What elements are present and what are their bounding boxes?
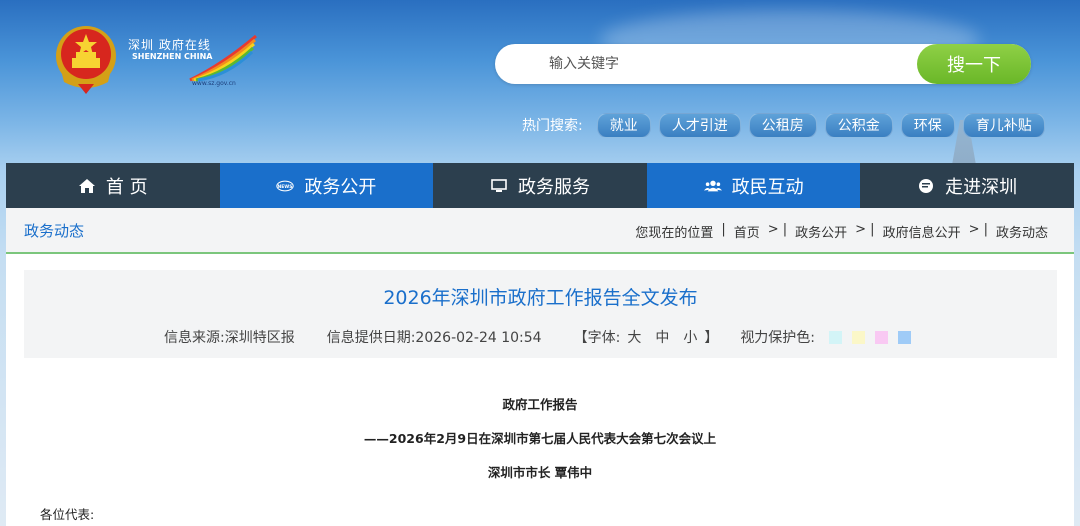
search-button[interactable]: 搜一下 [917,44,1031,84]
font-size-medium-button[interactable]: 中 [655,327,669,347]
main-nav: 首 页 NEWS 政务公开 政务服务 政民互动 走进深圳 [6,163,1074,208]
breadcrumb-separator: > | [968,222,988,237]
search-box: 搜一下 [495,44,1031,84]
breadcrumb-prefix: 您现在的位置 [635,226,714,241]
nav-item-label: 政务公开 [304,176,377,198]
site-logo[interactable]: 深圳 政府在线 SHENZHEN CHINA www.sz.gov.cn [128,32,258,92]
home-icon [78,177,96,195]
monitor-icon [490,177,508,195]
article-meta: 信息来源:深圳特区报 信息提供日期:2026-02-24 10:54 【字体: … [164,327,912,347]
hot-search-label: 热门搜索: [522,118,583,134]
site-header: 深圳 政府在线 SHENZHEN CHINA www.sz.gov.cn 搜一下… [0,0,1080,163]
nav-item-about-shenzhen[interactable]: 走进深圳 [860,163,1074,208]
hot-tag-public-housing[interactable]: 公租房 [748,112,817,138]
logo-swoosh-icon [189,34,257,82]
nav-item-home[interactable]: 首 页 [6,163,220,208]
hot-tag-talent[interactable]: 人才引进 [658,112,741,138]
chat-icon [917,177,935,195]
hot-tag-housing-fund[interactable]: 公积金 [824,112,893,138]
article-title: 2026年深圳市政府工作报告全文发布 [383,287,698,309]
eye-care-swatch-pink[interactable] [875,330,889,344]
hot-tag-environment[interactable]: 环保 [900,112,955,138]
article-body: 政府工作报告 ——2026年2月9日在深圳市第七届人民代表大会第七次会议上 深圳… [6,394,1074,496]
logo-url-text: www.sz.gov.cn [192,80,236,87]
nav-item-gov-affairs[interactable]: NEWS 政务公开 [219,163,434,208]
breadcrumb-item-home[interactable]: 首页 [734,222,760,241]
font-size-large-button[interactable]: 大 [627,327,641,347]
search-input[interactable] [515,44,895,84]
breadcrumb-item-gov-affairs[interactable]: 政务公开 [795,222,847,241]
people-icon [703,177,722,195]
report-heading: 政府工作报告 [502,397,578,412]
breadcrumb-separator: > | [767,222,788,237]
font-size-label-open: 【字体: [573,330,621,346]
section-title[interactable]: 政务动态 [24,220,84,241]
eye-care-swatch-blue[interactable] [898,330,912,344]
breadcrumb-separator: > | [855,222,875,237]
nav-item-label: 政务服务 [517,176,590,198]
hot-search-bar: 热门搜索: 就业 人才引进 公租房 公积金 环保 育儿补贴 [522,112,1053,138]
breadcrumb-item-info-disclosure[interactable]: 政府信息公开 [883,222,961,241]
breadcrumb-item-gov-news[interactable]: 政务动态 [996,222,1048,241]
article-date: 信息提供日期:2026-02-24 10:54 [326,330,542,346]
report-greeting: 各位代表: [40,507,95,522]
svg-text:NEWS: NEWS [278,184,293,190]
breadcrumb: 您现在的位置 | 首页 > | 政务公开 > | 政府信息公开 > | 政务动态 [635,222,1048,241]
eye-care-swatch-yellow[interactable] [852,330,866,344]
font-size-label-close: 】 [704,330,719,346]
eye-care-label: 视力保护色: [740,330,816,346]
nav-item-interaction[interactable]: 政民互动 [646,163,861,208]
article-source: 信息来源:深圳特区报 [164,330,295,346]
article-content: 2026年深圳市政府工作报告全文发布 信息来源:深圳特区报 信息提供日期:202… [6,254,1074,526]
eye-care-swatch-cyan[interactable] [829,330,843,344]
breadcrumb-divider: | [721,222,726,237]
news-icon: NEWS [276,177,295,195]
hot-tag-childcare[interactable]: 育儿补贴 [962,112,1045,138]
article-header: 2026年深圳市政府工作报告全文发布 信息来源:深圳特区报 信息提供日期:202… [24,270,1057,358]
nav-item-services[interactable]: 政务服务 [433,163,647,208]
nav-item-label: 首 页 [105,176,148,198]
breadcrumb-bar: 政务动态 您现在的位置 | 首页 > | 政务公开 > | 政府信息公开 > |… [6,208,1074,254]
nav-item-label: 走进深圳 [945,176,1018,198]
report-author: 深圳市市长 覃伟中 [487,465,593,480]
nav-item-label: 政民互动 [731,176,804,198]
hot-tag-employment[interactable]: 就业 [596,112,651,138]
report-subheading: ——2026年2月9日在深圳市第七届人民代表大会第七次会议上 [363,431,717,446]
national-emblem-icon [56,26,116,94]
font-size-small-button[interactable]: 小 [683,327,697,347]
